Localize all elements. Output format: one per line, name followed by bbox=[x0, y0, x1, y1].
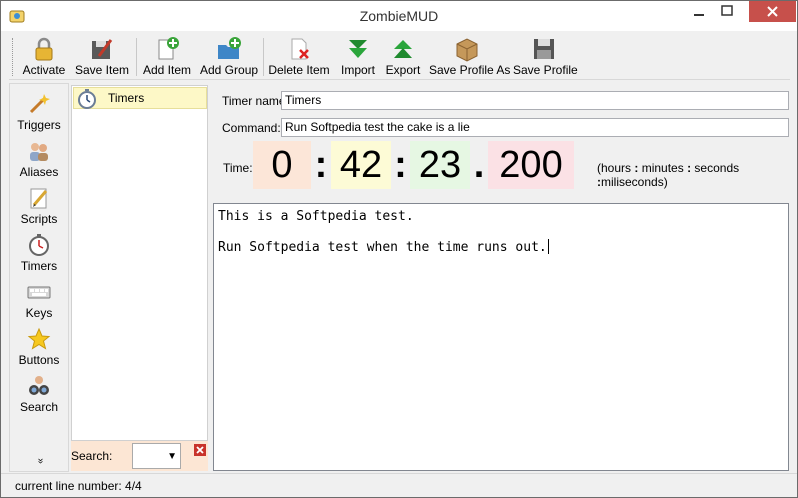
toolbar-separator bbox=[263, 38, 264, 76]
maximize-button[interactable] bbox=[713, 1, 741, 22]
export-button[interactable]: Export bbox=[383, 36, 423, 78]
time-separator: : bbox=[314, 144, 328, 186]
script-editor[interactable]: This is a Softpedia test. Run Softpedia … bbox=[213, 203, 789, 471]
save-profile-as-label: Save Profile As bbox=[429, 63, 511, 77]
add-group-button[interactable]: Add Group bbox=[200, 36, 258, 78]
sidebar-label: Aliases bbox=[19, 165, 59, 179]
save-item-icon bbox=[92, 39, 113, 59]
time-separator: . bbox=[473, 144, 485, 186]
time-separator: : bbox=[394, 144, 407, 186]
export-arrow-icon bbox=[394, 40, 412, 58]
sidebar-label: Triggers bbox=[17, 118, 61, 132]
sidebar-label: Scripts bbox=[20, 212, 58, 226]
search-binoculars-icon bbox=[29, 376, 49, 395]
minimize-button[interactable] bbox=[685, 1, 713, 22]
status-bar: current line number: 4/4 bbox=[1, 473, 797, 497]
main-toolbar: Activate Save Item Add Item Add Group De… bbox=[9, 32, 790, 80]
hours-input[interactable]: 0 bbox=[253, 141, 311, 189]
clear-search-icon[interactable] bbox=[194, 444, 206, 456]
timer-name-input[interactable]: Timers bbox=[281, 91, 789, 110]
add-group-label: Add Group bbox=[200, 63, 259, 77]
save-item-label: Save Item bbox=[74, 63, 130, 77]
add-item-label: Add Item bbox=[142, 63, 192, 77]
sidebar-item-keys[interactable]: Keys bbox=[10, 276, 68, 323]
sidebar-item-aliases[interactable]: Aliases bbox=[10, 135, 68, 182]
floppy-icon bbox=[534, 39, 554, 59]
activate-button[interactable]: Activate bbox=[21, 36, 67, 78]
delete-item-button[interactable]: Delete Item bbox=[268, 36, 330, 78]
app-window: ZombieMUD Activate Save Item Add Item Ad… bbox=[0, 0, 798, 498]
search-input[interactable]: ▼ bbox=[132, 443, 181, 469]
import-label: Import bbox=[340, 63, 375, 77]
save-profile-as-button[interactable]: Save Profile As bbox=[429, 36, 511, 78]
package-icon bbox=[456, 38, 478, 62]
keys-keyboard-icon bbox=[27, 286, 51, 299]
activate-label: Activate bbox=[22, 63, 66, 77]
timers-clock-icon bbox=[29, 234, 49, 256]
timer-name-label: Timer name: bbox=[222, 94, 289, 108]
sidebar-label: Search bbox=[19, 400, 59, 414]
sidebar-label: Timers bbox=[20, 259, 58, 273]
scripts-pencil-icon bbox=[30, 188, 48, 209]
sidebar-item-triggers[interactable]: Triggers bbox=[10, 88, 68, 135]
triggers-wand-icon bbox=[29, 94, 50, 114]
time-format-hint: (hours : minutes : seconds :miliseconds) bbox=[597, 161, 740, 189]
editor-line: Run Softpedia test when the time runs ou… bbox=[218, 239, 549, 255]
sidebar-more-chevron-icon[interactable]: » bbox=[32, 454, 46, 468]
close-button[interactable] bbox=[749, 1, 796, 22]
import-arrow-icon bbox=[349, 40, 367, 58]
buttons-star-icon bbox=[27, 327, 51, 350]
close-icon bbox=[767, 6, 778, 17]
save-item-button[interactable]: Save Item bbox=[73, 36, 131, 78]
command-input[interactable]: Run Softpedia test the cake is a lie bbox=[281, 118, 789, 137]
add-group-icon bbox=[218, 37, 241, 59]
toolbar-separator bbox=[136, 38, 137, 76]
save-profile-button[interactable]: Save Profile bbox=[513, 36, 578, 78]
minutes-input[interactable]: 42 bbox=[331, 141, 391, 189]
time-label: Time: bbox=[223, 161, 253, 175]
maximize-icon bbox=[721, 5, 733, 16]
sidebar-item-scripts[interactable]: Scripts bbox=[10, 182, 68, 229]
aliases-people-icon bbox=[30, 143, 48, 161]
milliseconds-input[interactable]: 200 bbox=[488, 141, 574, 189]
editor-line: This is a Softpedia test. bbox=[218, 209, 414, 224]
toolbar-grip[interactable] bbox=[12, 38, 15, 76]
add-item-button[interactable]: Add Item bbox=[142, 36, 192, 78]
search-label: Search: bbox=[71, 449, 113, 463]
clock-icon bbox=[78, 89, 96, 109]
text-caret bbox=[547, 239, 549, 254]
sidebar-label: Keys bbox=[25, 306, 53, 320]
tree-item-label: Timers bbox=[108, 91, 145, 105]
save-profile-label: Save Profile bbox=[513, 63, 578, 77]
item-tree[interactable]: Timers bbox=[71, 85, 208, 441]
minimize-icon bbox=[694, 14, 704, 16]
sidebar-item-timers[interactable]: Timers bbox=[10, 229, 68, 276]
delete-item-icon bbox=[291, 38, 309, 60]
window-title: ZombieMUD bbox=[359, 8, 439, 24]
export-label: Export bbox=[385, 63, 421, 77]
seconds-input[interactable]: 23 bbox=[410, 141, 470, 189]
status-text: current line number: 4/4 bbox=[15, 479, 142, 493]
category-sidebar: Triggers Aliases Scripts Timers Keys But… bbox=[9, 83, 69, 472]
title-bar: ZombieMUD bbox=[1, 1, 797, 31]
command-label: Command: bbox=[222, 121, 281, 135]
chevron-down-icon[interactable]: ▼ bbox=[167, 451, 177, 462]
sidebar-item-buttons[interactable]: Buttons bbox=[10, 323, 68, 370]
add-item-icon bbox=[158, 37, 179, 60]
delete-item-label: Delete Item bbox=[268, 63, 330, 77]
tree-item-timers[interactable]: Timers bbox=[73, 87, 207, 109]
sidebar-label: Buttons bbox=[18, 353, 60, 367]
search-bar: Search: ▼ bbox=[71, 441, 208, 471]
sidebar-item-search[interactable]: Search bbox=[10, 370, 68, 417]
import-button[interactable]: Import bbox=[338, 36, 378, 78]
lock-icon bbox=[35, 37, 53, 61]
